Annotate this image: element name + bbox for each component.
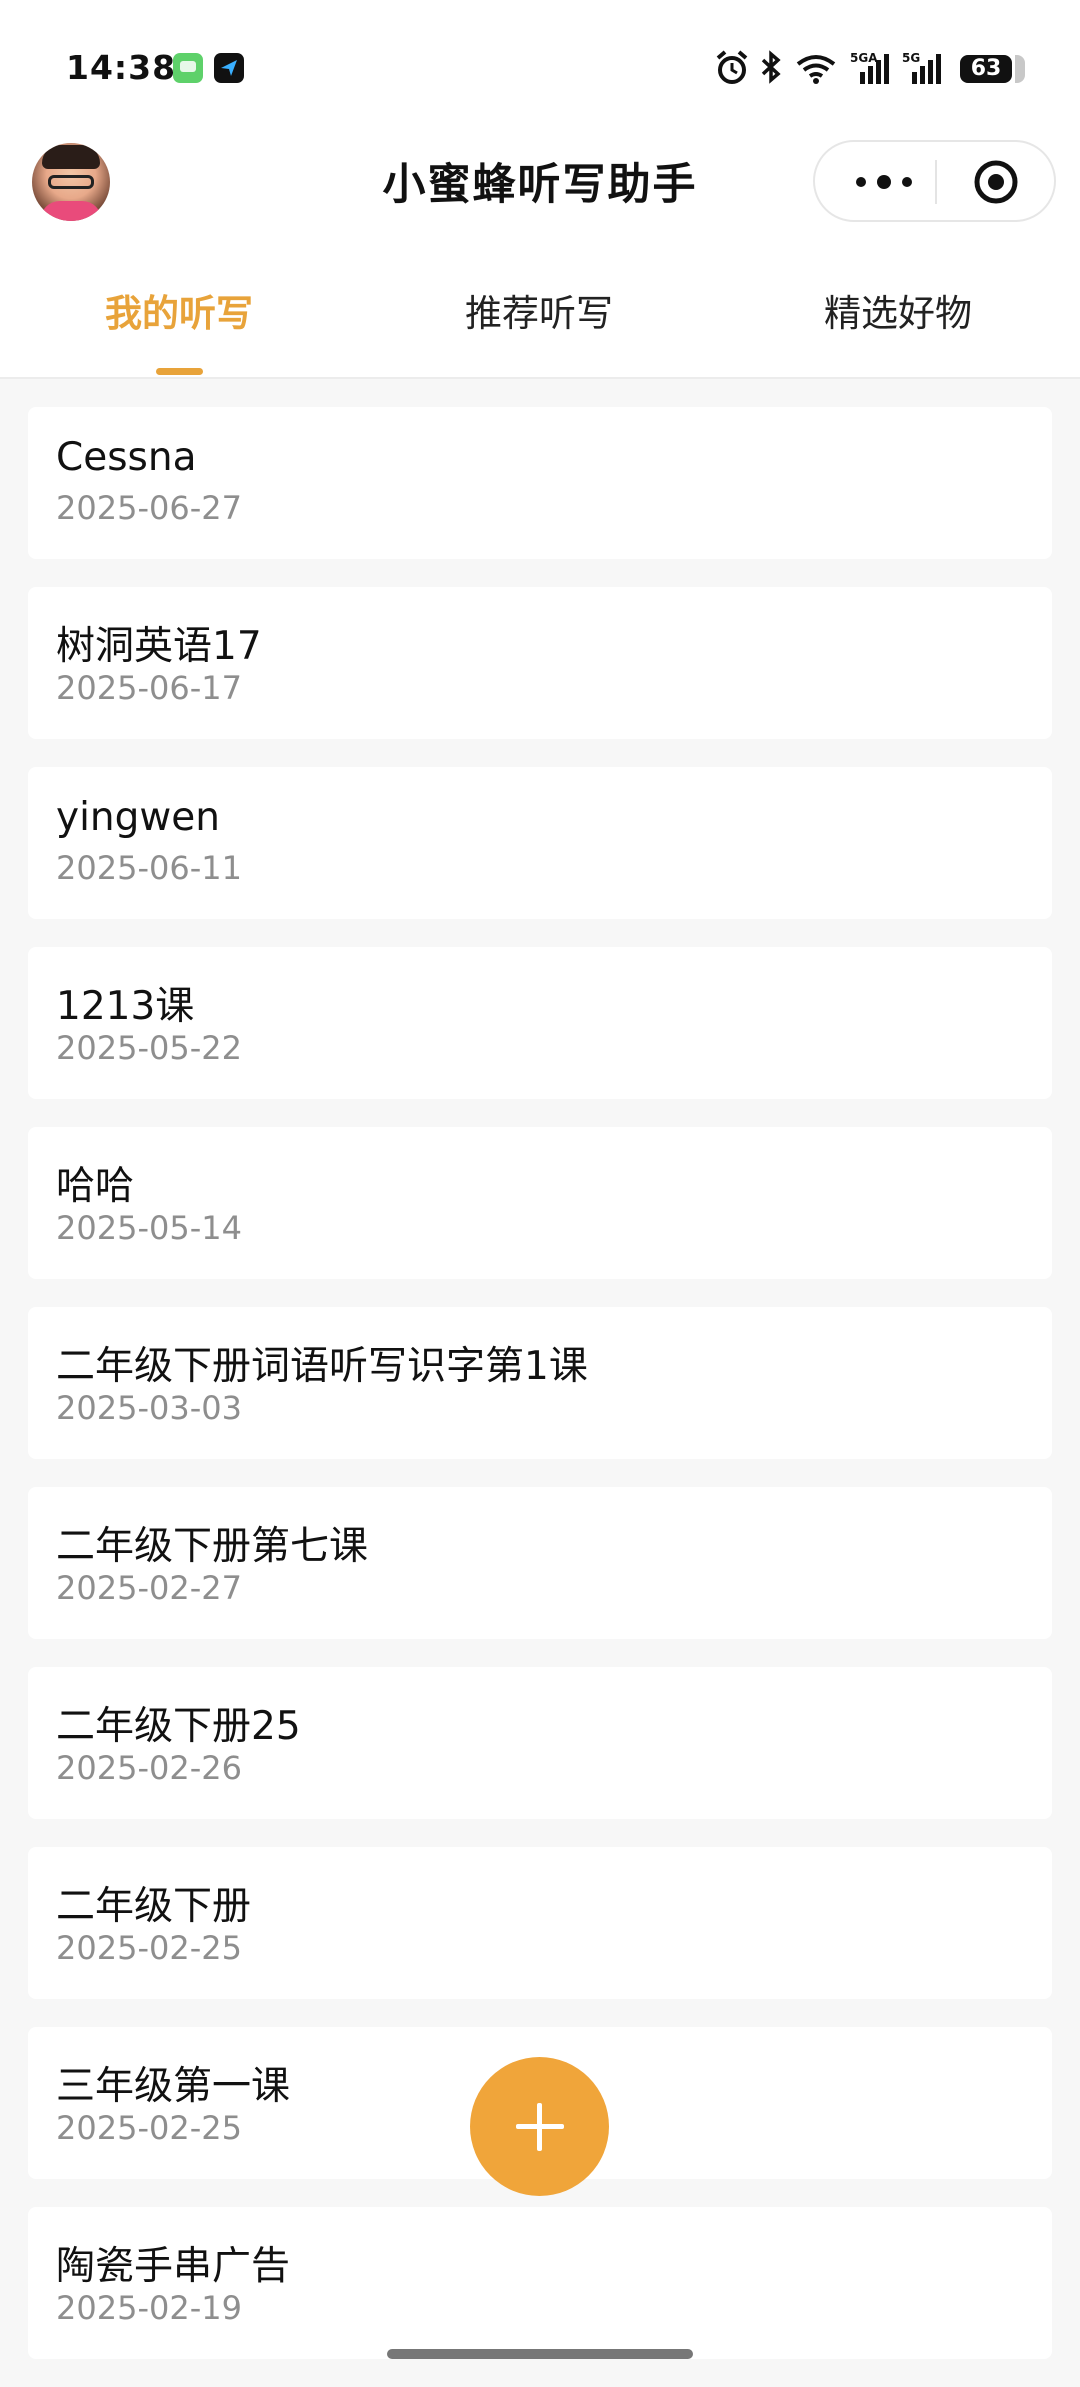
active-tab-indicator [156, 368, 203, 375]
svg-text:5G: 5G [902, 51, 920, 65]
capsule-divider [935, 160, 937, 204]
list-item[interactable]: 二年级下册词语听写识字第1课 2025-03-03 [28, 1307, 1052, 1459]
item-name: 二年级下册 [56, 1884, 252, 1929]
list-item[interactable]: yingwen 2025-06-11 [28, 767, 1052, 919]
item-name: 树洞英语17 [56, 624, 262, 669]
tab-my-dictation[interactable]: 我的听写 [105, 283, 253, 337]
item-date: 2025-02-26 [56, 1749, 242, 1787]
mini-program-capsule [813, 140, 1056, 222]
item-name: 1213课 [56, 984, 195, 1029]
svg-text:5GA: 5GA [850, 51, 878, 65]
item-date: 2025-02-27 [56, 1569, 242, 1607]
tab-recommended-dictation[interactable]: 推荐听写 [465, 283, 613, 337]
item-date: 2025-02-25 [56, 2109, 242, 2147]
item-name: 二年级下册25 [56, 1704, 301, 1749]
status-bar: 14:38 5GA 5G 63 [0, 0, 1080, 140]
item-date: 2025-05-22 [56, 1029, 242, 1067]
alarm-icon [716, 50, 748, 84]
list-item[interactable]: 陶瓷手串广告 2025-02-19 [28, 2207, 1052, 2359]
signal-5g-icon: 5G [902, 51, 941, 84]
item-date: 2025-06-27 [56, 489, 242, 527]
item-name: 哈哈 [56, 1164, 135, 1209]
messages-app-icon [173, 53, 203, 83]
list-item[interactable]: 二年级下册第七课 2025-02-27 [28, 1487, 1052, 1639]
item-name: yingwen [56, 795, 220, 840]
more-icon[interactable] [849, 170, 919, 194]
item-date: 2025-02-19 [56, 2289, 242, 2327]
list-item[interactable]: 哈哈 2025-05-14 [28, 1127, 1052, 1279]
list-item[interactable]: Cessna 2025-06-27 [28, 407, 1052, 559]
item-name: 二年级下册第七课 [56, 1524, 369, 1569]
item-name: 二年级下册词语听写识字第1课 [56, 1344, 588, 1389]
status-time: 14:38 [66, 48, 177, 87]
close-mini-program-icon[interactable] [973, 159, 1019, 205]
list-item[interactable]: 1213课 2025-05-22 [28, 947, 1052, 1099]
home-indicator[interactable] [387, 2349, 693, 2359]
tab-featured-goods[interactable]: 精选好物 [824, 283, 972, 337]
list-item[interactable]: 二年级下册25 2025-02-26 [28, 1667, 1052, 1819]
item-name: 三年级第一课 [56, 2064, 291, 2109]
item-date: 2025-02-25 [56, 1929, 242, 1967]
top-bar: 14:38 5GA 5G 63 小蜜蜂听写助手 我的听写 推荐听写 精选好物 [0, 0, 1080, 379]
list-item[interactable]: 二年级下册 2025-02-25 [28, 1847, 1052, 1999]
item-date: 2025-06-11 [56, 849, 242, 887]
battery-icon: 63 [960, 55, 1025, 83]
wifi-icon [796, 55, 836, 84]
item-name: 陶瓷手串广告 [56, 2244, 291, 2289]
list-item[interactable]: 树洞英语17 2025-06-17 [28, 587, 1052, 739]
item-date: 2025-03-03 [56, 1389, 242, 1427]
item-date: 2025-06-17 [56, 669, 242, 707]
navigation-app-icon [214, 53, 244, 83]
signal-5g-a-icon: 5GA [850, 51, 889, 84]
bluetooth-icon [761, 50, 781, 84]
add-dictation-button[interactable] [470, 2057, 609, 2196]
item-date: 2025-05-14 [56, 1209, 242, 1247]
item-name: Cessna [56, 435, 197, 480]
